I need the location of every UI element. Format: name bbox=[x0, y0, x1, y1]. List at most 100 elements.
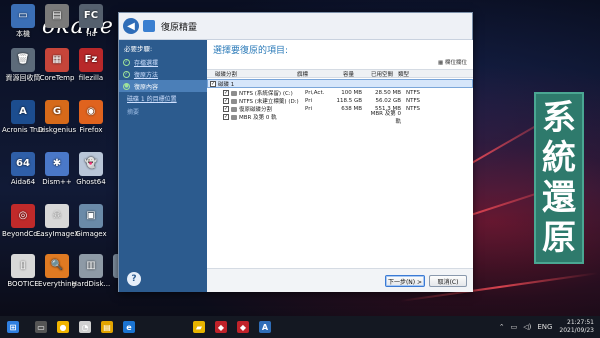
taskbar-glyph: ● bbox=[57, 321, 69, 333]
taskbar-apps: ⊞ ▭ ● ◔ ▤ e ▰ ◆ ◆ A bbox=[0, 316, 276, 338]
app-icon: FC bbox=[79, 4, 103, 28]
desktop-icon[interactable]: FC Ha bbox=[70, 4, 112, 38]
partition-checkbox[interactable]: ✓ bbox=[223, 98, 229, 104]
app-icon: ▦ bbox=[45, 48, 69, 72]
col-header-flags[interactable]: 旗標 bbox=[297, 70, 325, 78]
col-header-partition[interactable]: 磁碟分割 bbox=[207, 70, 297, 78]
partition-checkbox[interactable]: ✓ bbox=[223, 106, 229, 112]
taskbar-app-9-icon[interactable]: A bbox=[254, 316, 276, 338]
partition-row[interactable]: ✓ NTFS (未建立標籤) (D:) Pri 118.5 GB 56.02 GB NTF… bbox=[207, 97, 473, 105]
desktop-icon[interactable]: 👻 Ghost64 bbox=[70, 152, 112, 186]
taskbar-app-4-icon[interactable]: ▤ bbox=[96, 316, 118, 338]
step-archive-select[interactable]: ✓ 存檔選擇 bbox=[119, 56, 207, 68]
partition-flags: Pri,Act. bbox=[305, 90, 325, 96]
partition-checkbox[interactable]: ✓ bbox=[223, 114, 229, 120]
wizard-icon bbox=[143, 20, 155, 32]
partition-type: NTFS bbox=[406, 98, 421, 104]
cancel-button[interactable]: 取消(C) bbox=[429, 275, 467, 287]
app-icon: ☠ bbox=[45, 204, 69, 228]
step-restore-content[interactable]: ● 復原內容 bbox=[119, 80, 207, 92]
back-arrow-icon[interactable]: ◀ bbox=[123, 18, 139, 34]
table-header: 磁碟分割 旗標 容量 已用空間 類型 bbox=[207, 69, 473, 78]
taskbar-app-1-icon[interactable]: ▭ bbox=[30, 316, 52, 338]
step-restore-method[interactable]: ✓ 復原方法 bbox=[119, 68, 207, 80]
desktop-icon-label: filezilla bbox=[78, 74, 104, 82]
wizard-sidebar: 必要步驟: ✓ 存檔選擇 ✓ 復原方法 ● 復原內容 磁碟 1 的目標位置 摘要… bbox=[119, 40, 207, 292]
partition-name: 復原磁碟分割 bbox=[239, 107, 273, 113]
taskbar-app-7-icon[interactable]: ◆ bbox=[210, 316, 232, 338]
col-header-type[interactable]: 類型 bbox=[396, 70, 436, 78]
app-icon: Fz bbox=[79, 48, 103, 72]
partition-type: NTFS bbox=[406, 106, 421, 112]
partition-capacity: 638 MB bbox=[341, 106, 362, 112]
taskbar-app-5-icon[interactable]: e bbox=[118, 316, 140, 338]
taskbar-glyph: A bbox=[259, 321, 271, 333]
volume-icon[interactable]: ◁) bbox=[523, 323, 531, 331]
taskbar-glyph: ▭ bbox=[35, 321, 47, 333]
partition-name-cell: ✓ NTFS (未建立標籤) (D:) bbox=[215, 97, 305, 105]
col-header-capacity[interactable]: 容量 bbox=[325, 70, 358, 78]
desktop-icon-label: Ghost64 bbox=[76, 178, 106, 186]
partition-checkbox[interactable]: ✓ bbox=[223, 90, 229, 96]
partition-name: MBR 及第 0 軌 bbox=[239, 115, 277, 121]
partition-capacity: 100 MB bbox=[341, 90, 362, 96]
app-icon: G bbox=[45, 100, 69, 124]
partition-used: MBR 及第 0 軌 bbox=[370, 111, 401, 125]
taskbar-glyph: ▰ bbox=[193, 321, 205, 333]
desktop-icon[interactable]: Fz filezilla bbox=[70, 48, 112, 82]
taskbar-glyph: ◆ bbox=[215, 321, 227, 333]
partition-flags: Pri bbox=[305, 106, 313, 112]
desktop-icon[interactable]: ◉ Firefox bbox=[70, 100, 112, 134]
taskbar-app-6-icon[interactable]: ▰ bbox=[188, 316, 210, 338]
taskbar-app-2-icon[interactable]: ● bbox=[52, 316, 74, 338]
content-heading: 選擇要復原的項目: bbox=[213, 46, 289, 56]
taskbar-app-3-icon[interactable]: ◔ bbox=[74, 316, 96, 338]
desktop-icon[interactable]: ▣ Gimagex bbox=[70, 204, 112, 238]
next-button[interactable]: 下一步(N) > bbox=[385, 275, 425, 287]
dialog-titlebar: ◀ 復原精靈 bbox=[119, 13, 472, 40]
sidebar-heading: 必要步驟: bbox=[124, 45, 153, 53]
partition-row[interactable]: ✓ NTFS (系統保留) (C:) Pri,Act. 100 MB 28.50 MB N… bbox=[207, 89, 473, 97]
taskbar-app-8-icon[interactable]: ◆ bbox=[232, 316, 254, 338]
partition-name-cell: ✓ NTFS (系統保留) (C:) bbox=[215, 89, 305, 97]
app-icon: ▣ bbox=[79, 204, 103, 228]
partition-row[interactable]: ✓ MBR 及第 0 軌 MBR 及第 0 軌 bbox=[207, 111, 473, 125]
partition-icon bbox=[231, 98, 237, 104]
col-header-used[interactable]: 已用空間 bbox=[358, 70, 396, 78]
partition-name: NTFS (系統保留) (C:) bbox=[239, 91, 293, 97]
language-indicator[interactable]: ENG bbox=[537, 323, 552, 331]
desktop-icon-label: Firefox bbox=[79, 126, 103, 134]
app-icon: A bbox=[11, 100, 35, 124]
dialog-title: 復原精靈 bbox=[161, 22, 198, 33]
wizard-content: 選擇要復原的項目: ▦ 欄位攔位 磁碟分割 旗標 容量 已用空間 類型 ✓ 磁碟… bbox=[207, 40, 473, 292]
partition-type: NTFS bbox=[406, 90, 421, 96]
partition-capacity: 118.5 GB bbox=[336, 98, 362, 104]
column-toolbar[interactable]: ▦ 欄位攔位 bbox=[207, 58, 473, 69]
taskbar-start-icon[interactable]: ⊞ bbox=[2, 316, 24, 338]
help-icon[interactable]: ? bbox=[127, 272, 141, 286]
desktop: okane ▭ 本機 ▤ FC Ha 🗑 資源回收筒 ▦ CoreTemp Fz filezilla… bbox=[0, 0, 600, 316]
app-icon: ▯ bbox=[11, 254, 35, 278]
partition-row[interactable]: ✓ 復原磁碟分割 Pri 638 MB 551.3 MB NTFS bbox=[207, 105, 473, 113]
network-icon[interactable]: ▭ bbox=[511, 323, 518, 331]
app-icon: 64 bbox=[11, 152, 35, 176]
app-icon: ◎ bbox=[11, 204, 35, 228]
dialog-footer: 下一步(N) > 取消(C) bbox=[207, 268, 473, 292]
taskbar: ⊞ ▭ ● ◔ ▤ e ▰ ◆ ◆ A ⌃ ▭ ◁) ENG 21:27:51 2021/09/2… bbox=[0, 316, 600, 338]
desktop-icon-label: 本機 bbox=[16, 30, 30, 38]
partition-flags: Pri bbox=[305, 98, 313, 104]
partition-name-cell: ✓ MBR 及第 0 軌 bbox=[215, 113, 305, 121]
step-disk-target[interactable]: 磁碟 1 的目標位置 bbox=[119, 92, 207, 105]
taskbar-glyph: ◆ bbox=[237, 321, 249, 333]
disk-checkbox[interactable]: ✓ bbox=[210, 80, 216, 87]
chevron-up-icon[interactable]: ⌃ bbox=[499, 323, 505, 331]
disk-row[interactable]: ✓ 磁碟 1 bbox=[207, 79, 473, 88]
taskbar-glyph: ◔ bbox=[79, 321, 91, 333]
recovery-wizard-dialog: ◀ 復原精靈 必要步驟: ✓ 存檔選擇 ✓ 復原方法 ● 復原內容 磁碟 1 的… bbox=[118, 12, 473, 292]
clock-time: 21:27:51 bbox=[567, 319, 594, 326]
clock[interactable]: 21:27:51 2021/09/23 bbox=[559, 319, 594, 335]
columns-label: 欄位攔位 bbox=[444, 60, 467, 66]
check-icon: ✓ bbox=[123, 70, 130, 78]
taskbar-glyph: ⊞ bbox=[7, 321, 19, 333]
app-icon: ◉ bbox=[79, 100, 103, 124]
